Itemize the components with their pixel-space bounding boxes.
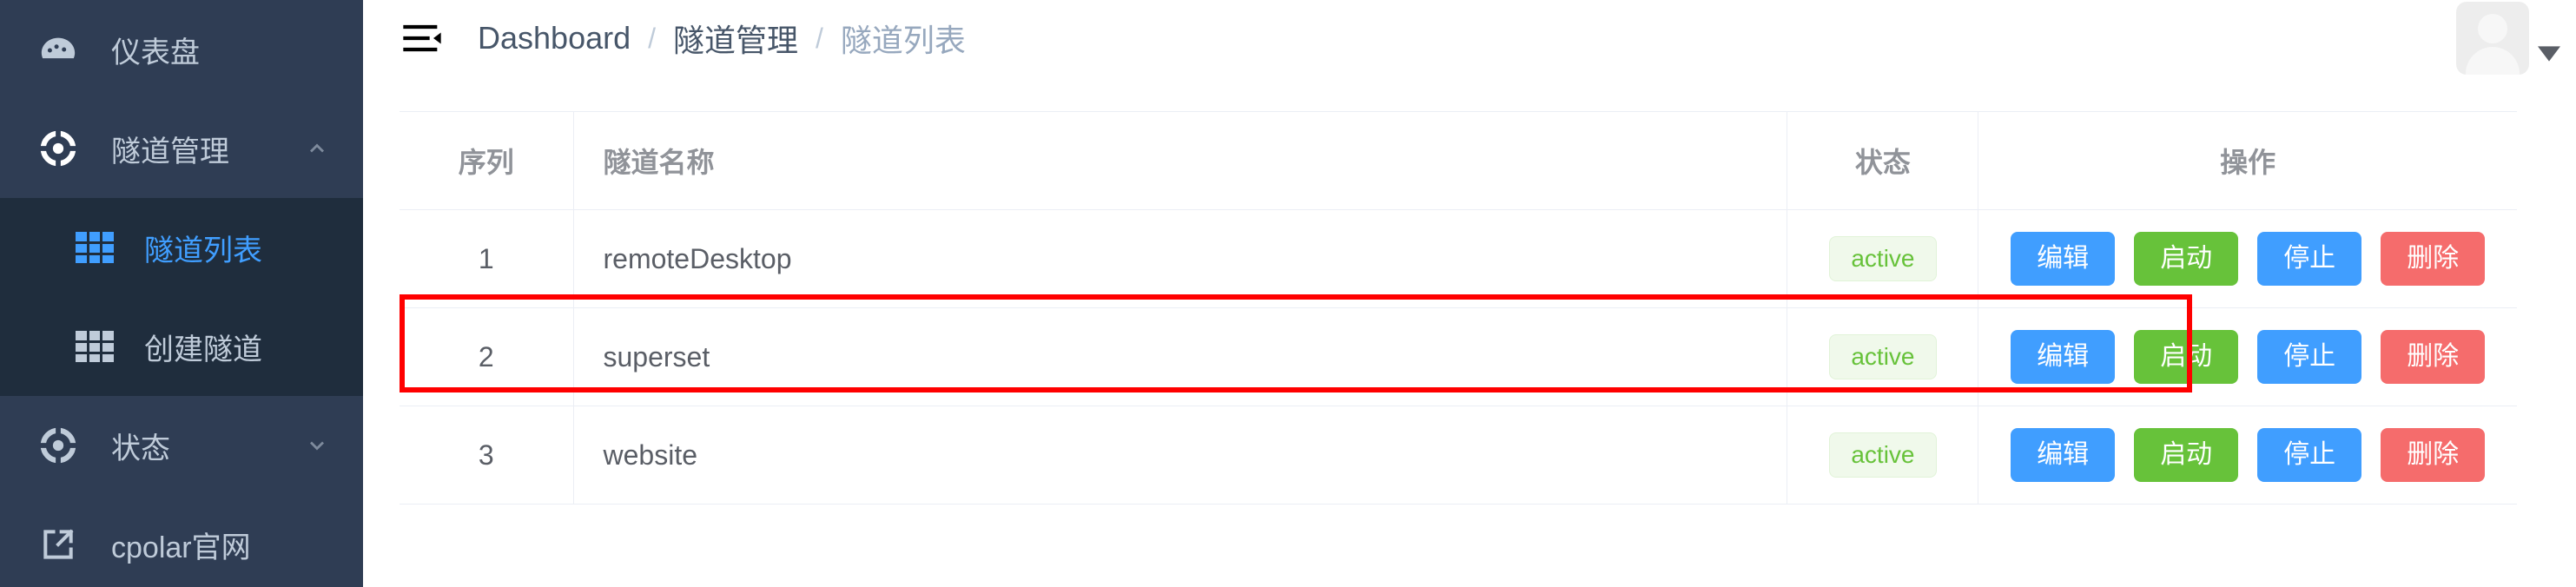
stop-button[interactable]: 停止 — [2257, 428, 2362, 482]
stop-button[interactable]: 停止 — [2257, 330, 2362, 384]
user-avatar-icon[interactable] — [2455, 2, 2529, 75]
sidebar-item-label: 隧道列表 — [144, 234, 262, 267]
edit-button[interactable]: 编辑 — [2011, 330, 2116, 384]
status-badge: active — [1829, 432, 1937, 478]
table-row[interactable]: 3 website active 编辑 启动 停止 删除 — [400, 406, 2517, 505]
content-area: 序列 隧道名称 状态 操作 1 remoteDesktop active 编辑 … — [363, 76, 2576, 587]
cell-status: active — [1787, 406, 1978, 505]
breadcrumb-item-tunnel-list: 隧道列表 — [840, 23, 966, 58]
sidebar-item-cpolar-website[interactable]: cpolar官网 — [0, 495, 363, 587]
breadcrumb-item-tunnel-management[interactable]: 隧道管理 — [673, 16, 798, 61]
breadcrumb-separator: / — [816, 22, 823, 54]
chevron-up-icon[interactable] — [304, 135, 330, 162]
top-bar: Dashboard / 隧道管理 / 隧道列表 — [363, 0, 2576, 76]
breadcrumb-item-dashboard[interactable]: Dashboard — [478, 20, 631, 56]
column-header-status: 状态 — [1787, 111, 1978, 210]
column-header-seq: 序列 — [400, 111, 574, 210]
sidebar: 仪表盘 隧道管理 隧道列表 创建隧道 状态 cpolar官网 — [0, 0, 363, 587]
grid-icon — [75, 228, 115, 267]
start-button[interactable]: 启动 — [2134, 232, 2239, 286]
cell-name: remoteDesktop — [573, 209, 1787, 308]
delete-button[interactable]: 删除 — [2381, 330, 2486, 384]
edit-button[interactable]: 编辑 — [2011, 232, 2116, 286]
start-button[interactable]: 启动 — [2134, 428, 2239, 482]
sidebar-item-label: 创建隧道 — [144, 333, 262, 366]
cell-operations: 编辑 启动 停止 删除 — [1978, 406, 2517, 505]
cell-name: superset — [573, 307, 1787, 406]
cell-operations: 编辑 启动 停止 删除 — [1978, 209, 2517, 308]
edit-button[interactable]: 编辑 — [2011, 428, 2116, 482]
sidebar-item-label: 隧道管理 — [111, 135, 229, 168]
table-header-row: 序列 隧道名称 状态 操作 — [400, 111, 2517, 210]
cell-operations: 编辑 启动 停止 删除 — [1978, 307, 2517, 406]
delete-button[interactable]: 删除 — [2381, 232, 2486, 286]
sidebar-item-label: 仪表盘 — [111, 36, 200, 69]
external-link-icon — [38, 524, 78, 564]
cell-seq: 2 — [400, 307, 574, 406]
chevron-down-icon[interactable] — [304, 432, 330, 458]
table-body: 1 remoteDesktop active 编辑 启动 停止 删除 2 sup… — [400, 209, 2517, 505]
sidebar-item-tunnel-management[interactable]: 隧道管理 — [0, 99, 363, 198]
breadcrumb-separator: / — [648, 22, 657, 54]
cell-status: active — [1787, 209, 1978, 308]
page-scrollbar[interactable] — [2567, 0, 2576, 587]
hamburger-collapse-icon[interactable] — [398, 14, 446, 63]
grid-icon — [75, 326, 115, 366]
table-row[interactable]: 1 remoteDesktop active 编辑 启动 停止 删除 — [400, 209, 2517, 308]
status-badge: active — [1829, 333, 1937, 380]
table-header: 序列 隧道名称 状态 操作 — [400, 111, 2517, 210]
tunnel-table: 序列 隧道名称 状态 操作 1 remoteDesktop active 编辑 … — [400, 111, 2517, 505]
table-row[interactable]: 2 superset active 编辑 启动 停止 删除 — [400, 307, 2517, 406]
cell-name: website — [573, 406, 1787, 505]
sidebar-item-tunnel-list[interactable]: 隧道列表 — [0, 198, 363, 297]
status-badge: active — [1829, 235, 1937, 282]
caret-down-icon[interactable] — [2537, 45, 2560, 66]
column-header-operations: 操作 — [1978, 111, 2517, 210]
cell-seq: 3 — [400, 406, 574, 505]
user-menu[interactable] — [2455, 2, 2576, 75]
column-header-name: 隧道名称 — [573, 111, 1787, 210]
sidebar-item-label: cpolar官网 — [111, 531, 251, 564]
status-icon — [38, 425, 78, 465]
sidebar-item-status[interactable]: 状态 — [0, 396, 363, 495]
sidebar-item-create-tunnel[interactable]: 创建隧道 — [0, 297, 363, 396]
cell-seq: 1 — [400, 209, 574, 308]
dashboard-icon — [38, 30, 78, 69]
sidebar-item-label: 状态 — [111, 432, 170, 465]
main-area: Dashboard / 隧道管理 / 隧道列表 序列 隧道名称 状态 操作 1 … — [363, 0, 2576, 587]
breadcrumb: Dashboard / 隧道管理 / 隧道列表 — [478, 16, 966, 61]
delete-button[interactable]: 删除 — [2381, 428, 2486, 482]
stop-button[interactable]: 停止 — [2257, 232, 2362, 286]
sidebar-submenu-tunnel-management: 隧道列表 创建隧道 — [0, 198, 363, 396]
cell-status: active — [1787, 307, 1978, 406]
sidebar-item-dashboard[interactable]: 仪表盘 — [0, 0, 363, 99]
start-button[interactable]: 启动 — [2134, 330, 2239, 384]
app-root: 仪表盘 隧道管理 隧道列表 创建隧道 状态 cpolar官网 Dashboard… — [0, 0, 2576, 587]
tunnel-icon — [38, 129, 78, 168]
